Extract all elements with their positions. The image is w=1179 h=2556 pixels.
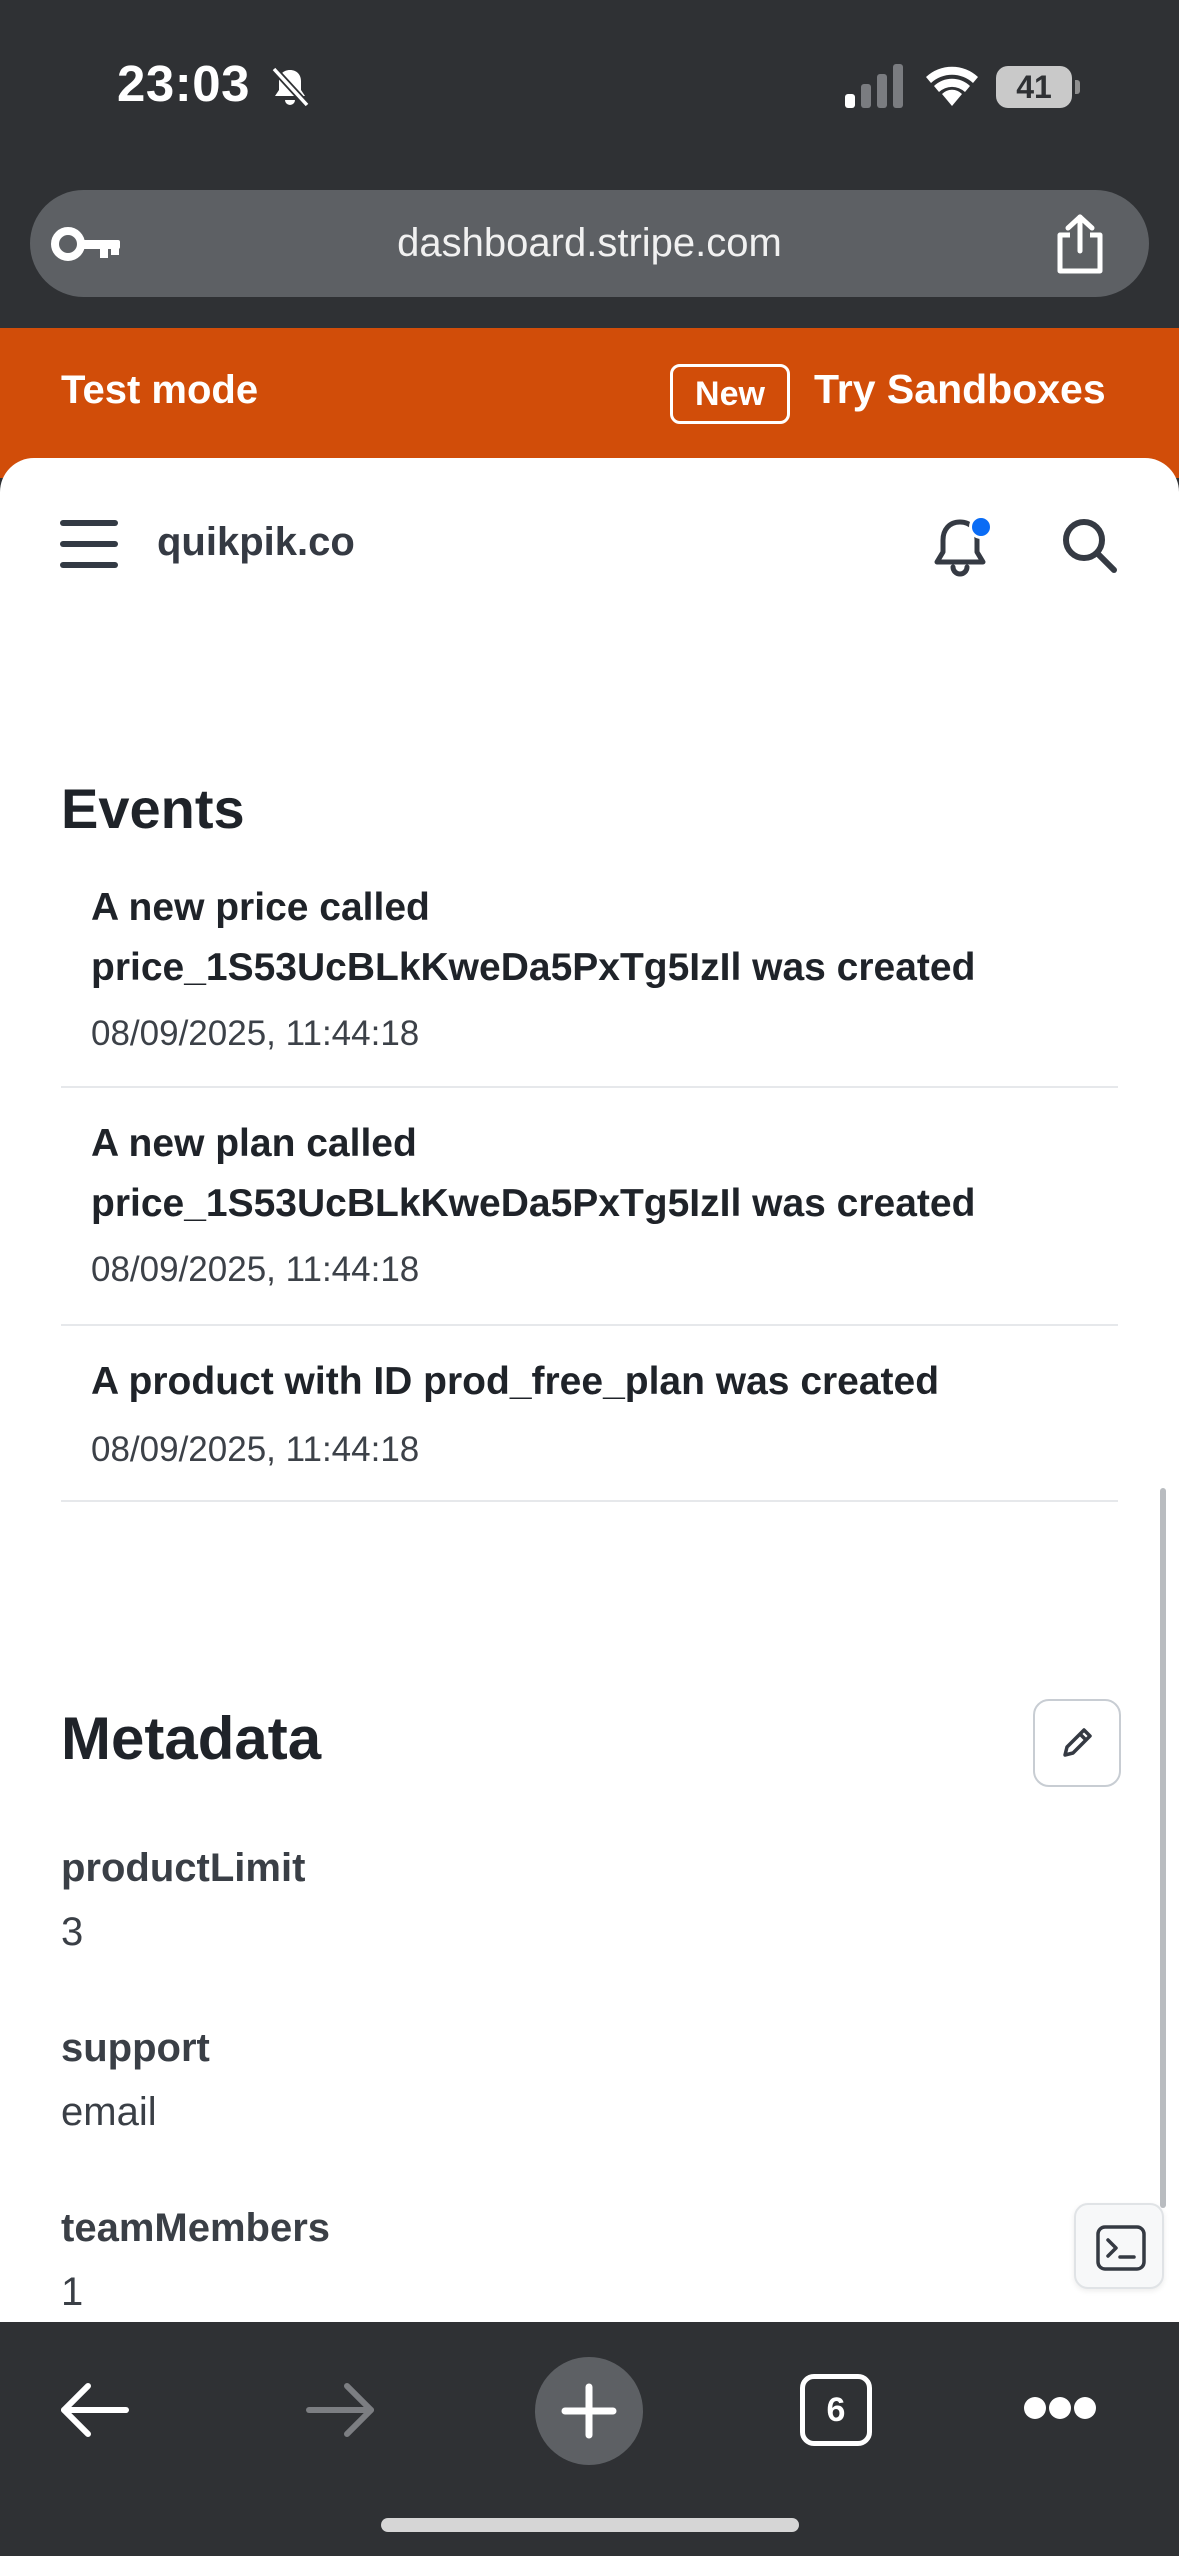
event-title-line: A new plan called	[91, 1122, 417, 1165]
new-tab-button[interactable]	[535, 2357, 643, 2465]
event-title-line: price_1S53UcBLkKweDa5PxTg5IzIl was creat…	[91, 1182, 976, 1225]
status-bar: 23:03 41	[0, 0, 1179, 175]
event-title[interactable]: A new price called price_1S53UcBLkKweDa5…	[91, 878, 1101, 998]
back-arrow-icon[interactable]	[58, 2380, 130, 2440]
new-badge: New	[670, 364, 790, 424]
event-title[interactable]: A new plan called price_1S53UcBLkKweDa5P…	[91, 1114, 1101, 1234]
metadata-value: email	[61, 2090, 157, 2134]
wifi-icon	[926, 66, 978, 106]
event-title[interactable]: A product with ID prod_free_plan was cre…	[91, 1352, 1101, 1412]
notification-dot	[969, 515, 993, 539]
metadata-value: 3	[61, 1910, 84, 1954]
scrollbar[interactable]	[1160, 1488, 1166, 2208]
metadata-heading: Metadata	[61, 1705, 322, 1772]
event-timestamp: 08/09/2025, 11:44:18	[91, 1014, 420, 1053]
main-content: quikpik.co Events A new price called pri…	[0, 458, 1179, 2322]
event-item[interactable]: A new price called price_1S53UcBLkKweDa5…	[61, 878, 1118, 1088]
battery-indicator: 41	[996, 66, 1080, 108]
metadata-key: productLimit	[61, 1846, 306, 1890]
address-bar[interactable]: dashboard.stripe.com	[30, 190, 1149, 297]
events-heading: Events	[61, 777, 245, 840]
hamburger-menu-icon[interactable]	[60, 520, 118, 568]
event-item[interactable]: A product with ID prod_free_plan was cre…	[61, 1352, 1118, 1502]
forward-arrow-icon[interactable]	[305, 2380, 377, 2440]
test-mode-banner: Test mode New Try Sandboxes	[0, 328, 1179, 478]
cellular-signal-icon	[845, 64, 903, 108]
browser-toolbar: 6	[0, 2322, 1179, 2556]
event-title-line: A new price called	[91, 886, 430, 929]
terminal-icon	[1096, 2225, 1146, 2271]
event-timestamp: 08/09/2025, 11:44:18	[91, 1250, 420, 1289]
search-icon[interactable]	[1060, 516, 1118, 574]
metadata-key: support	[61, 2026, 210, 2070]
plus-icon	[561, 2383, 617, 2439]
developer-console-button[interactable]	[1074, 2203, 1164, 2289]
test-mode-label: Test mode	[61, 368, 259, 412]
edit-metadata-button[interactable]	[1033, 1699, 1121, 1787]
event-timestamp: 08/09/2025, 11:44:18	[91, 1430, 420, 1469]
bell-slash-icon	[271, 66, 310, 108]
try-sandboxes-link[interactable]: Try Sandboxes	[814, 366, 1106, 413]
metadata-value: 1	[61, 2270, 84, 2314]
battery-level: 41	[1016, 69, 1052, 105]
status-time: 23:03	[117, 55, 250, 112]
metadata-key: teamMembers	[61, 2206, 331, 2250]
share-icon[interactable]	[1052, 213, 1108, 275]
battery-tip	[1075, 80, 1080, 94]
event-title-line: price_1S53UcBLkKweDa5PxTg5IzIl was creat…	[91, 946, 976, 989]
url-text[interactable]: dashboard.stripe.com	[30, 190, 1149, 297]
home-indicator[interactable]	[381, 2518, 799, 2532]
event-item[interactable]: A new plan called price_1S53UcBLkKweDa5P…	[61, 1114, 1118, 1326]
account-name[interactable]: quikpik.co	[157, 520, 355, 565]
more-options-icon[interactable]	[1024, 2396, 1096, 2422]
pencil-icon	[1063, 1728, 1092, 1757]
tabs-count-button[interactable]: 6	[800, 2374, 872, 2446]
